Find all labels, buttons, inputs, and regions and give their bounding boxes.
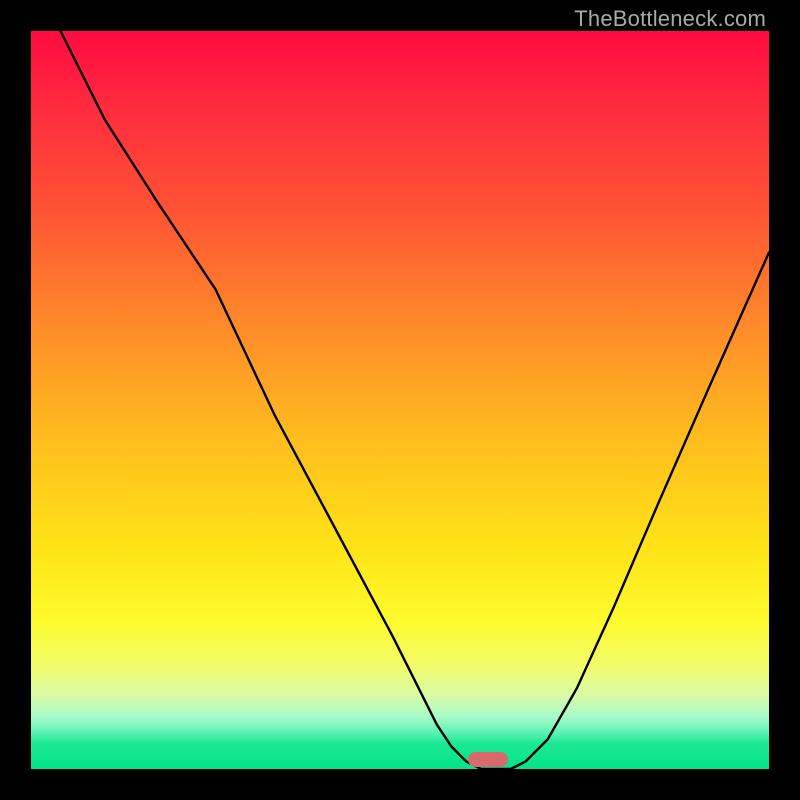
plot-area	[31, 31, 769, 769]
optimal-marker	[468, 752, 508, 767]
chart-frame: TheBottleneck.com	[0, 0, 800, 800]
watermark-text: TheBottleneck.com	[574, 6, 766, 32]
bottleneck-curve	[31, 31, 769, 769]
